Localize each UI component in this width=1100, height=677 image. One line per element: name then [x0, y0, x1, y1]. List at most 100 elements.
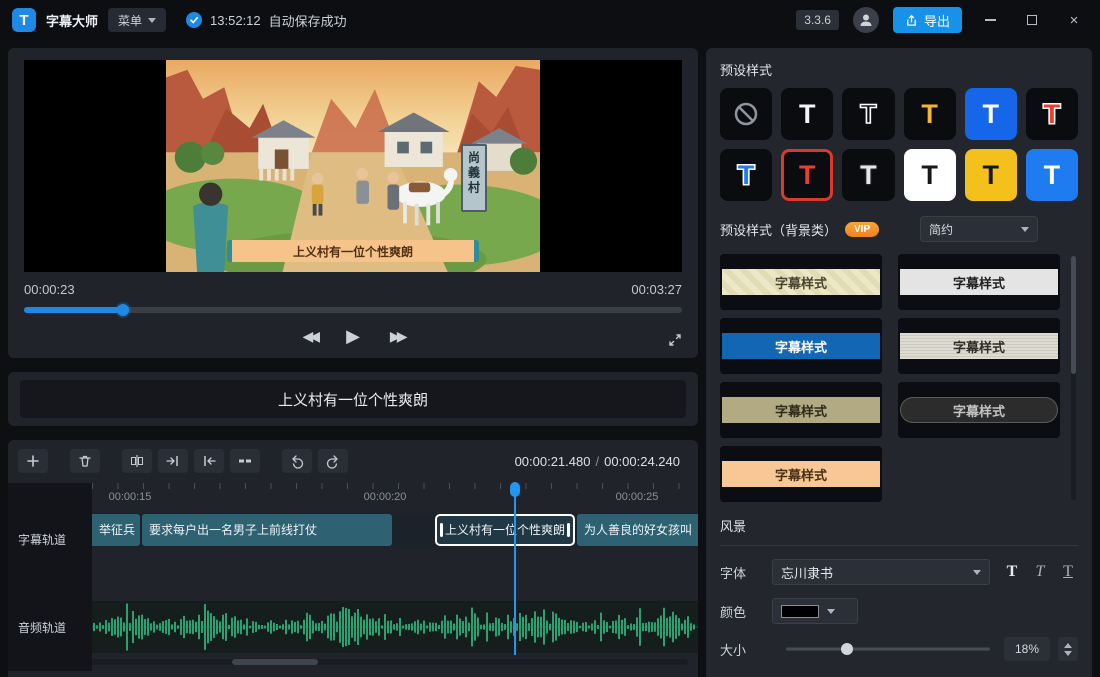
- font-bold-button[interactable]: T: [1002, 560, 1022, 584]
- color-row: 颜色: [720, 598, 1078, 624]
- timeline-toolbar: 00:00:21.480/00:00:24.240: [8, 440, 698, 477]
- size-label: 大小: [720, 640, 772, 659]
- color-label: 颜色: [720, 602, 772, 621]
- trim-left-button[interactable]: [158, 449, 188, 473]
- style-card[interactable]: 字幕样式: [720, 446, 882, 502]
- track-label-column: [8, 483, 92, 671]
- merge-icon: [237, 453, 253, 469]
- add-subtitle-button[interactable]: [18, 449, 48, 473]
- app-title: 字幕大师: [46, 11, 98, 30]
- preset-style-11-button[interactable]: T: [1026, 149, 1078, 201]
- redo-button[interactable]: [318, 449, 348, 473]
- autosave-status: 13:52:12 自动保存成功: [186, 11, 347, 30]
- export-button[interactable]: 导出: [893, 7, 962, 33]
- style-list-scrollbar-thumb[interactable]: [1071, 256, 1076, 374]
- app-logo-icon: T: [12, 8, 36, 32]
- style-card[interactable]: 字幕样式: [720, 382, 882, 438]
- timeline-scrollbar[interactable]: [92, 659, 688, 665]
- fullscreen-icon: [668, 333, 682, 347]
- village-sign: 尚義村: [461, 144, 487, 212]
- size-slider-handle[interactable]: [841, 643, 853, 655]
- split-clip-button[interactable]: [122, 449, 152, 473]
- chevron-down-icon: [148, 18, 156, 23]
- size-slider[interactable]: [786, 637, 990, 661]
- rewind-button[interactable]: ◀◀: [303, 328, 317, 345]
- preset-style-6-button[interactable]: T: [720, 149, 772, 201]
- font-color-dropdown[interactable]: [772, 598, 858, 624]
- fullscreen-button[interactable]: [668, 333, 682, 347]
- clip-time-display: 00:00:21.480/00:00:24.240: [515, 454, 688, 469]
- close-button[interactable]: ×: [1060, 7, 1088, 33]
- style-letter: T: [738, 162, 755, 189]
- video-frame: 尚義村 上义村有一位个性爽朗: [24, 60, 682, 272]
- play-button[interactable]: ▶: [346, 326, 360, 347]
- timeline-scrollbar-thumb[interactable]: [232, 659, 318, 665]
- preset-style-7-button[interactable]: T: [781, 149, 833, 201]
- style-letter: T: [860, 101, 877, 128]
- preset-style-9-button[interactable]: T: [904, 149, 956, 201]
- undo-button[interactable]: [282, 449, 312, 473]
- style-category-dropdown[interactable]: 简约: [920, 216, 1038, 242]
- ruler-label: 00:00:25: [616, 491, 659, 503]
- divider: [720, 545, 1078, 546]
- avatar[interactable]: [853, 7, 879, 33]
- font-dropdown[interactable]: 忘川隶书: [772, 559, 990, 585]
- style-letter: T: [799, 162, 816, 189]
- timeline-area: 字幕轨道 音频轨道 00:00:15 00:00:20 00:00:25 举征兵…: [8, 483, 698, 671]
- style-list-scrollbar[interactable]: [1071, 256, 1076, 500]
- style-card[interactable]: 字幕样式: [898, 382, 1060, 438]
- maximize-button[interactable]: [1018, 7, 1046, 33]
- subtitle-text-input[interactable]: 上义村有一位个性爽朗: [20, 380, 686, 418]
- font-underline-button[interactable]: T: [1058, 560, 1078, 584]
- chevron-down-icon: [1021, 227, 1029, 232]
- style-letter: T: [1044, 162, 1061, 189]
- preset-style-2-button[interactable]: T: [842, 88, 894, 140]
- preset-styles-title: 预设样式: [720, 60, 1078, 79]
- audio-waveform-path: [94, 604, 694, 651]
- subtitle-clip-selected[interactable]: 上义村有一位个性爽朗: [435, 514, 575, 546]
- subtitle-clip[interactable]: 要求每户出一名男子上前线打仗: [142, 514, 392, 546]
- autosave-time: 13:52:12: [210, 13, 261, 28]
- preset-none-button[interactable]: [720, 88, 772, 140]
- trim-right-icon: [201, 453, 217, 469]
- preset-style-5-button[interactable]: T: [1026, 88, 1078, 140]
- preset-style-1-button[interactable]: T: [781, 88, 833, 140]
- user-icon: [858, 12, 874, 28]
- style-letter: T: [921, 101, 938, 128]
- seek-bar-fill: [24, 307, 123, 313]
- preset-style-4-button[interactable]: T: [965, 88, 1017, 140]
- timeline-ruler[interactable]: 00:00:15 00:00:20 00:00:25: [92, 483, 698, 505]
- close-icon: ×: [1070, 13, 1079, 28]
- style-card[interactable]: 字幕样式: [720, 254, 882, 310]
- trim-left-icon: [165, 453, 181, 469]
- prohibit-icon: [733, 101, 759, 127]
- delete-button[interactable]: [70, 449, 100, 473]
- font-italic-button[interactable]: T: [1030, 560, 1050, 584]
- titlebar: T 字幕大师 菜单 13:52:12 自动保存成功 3.3.6: [0, 0, 1100, 40]
- app-window: T 字幕大师 菜单 13:52:12 自动保存成功 3.3.6: [0, 0, 1100, 677]
- preset-style-3-button[interactable]: T: [904, 88, 956, 140]
- trim-right-button[interactable]: [194, 449, 224, 473]
- subtitle-track-label: 字幕轨道: [18, 531, 88, 548]
- preset-style-10-button[interactable]: T: [965, 149, 1017, 201]
- minimize-button[interactable]: [976, 7, 1004, 33]
- subtitle-clip[interactable]: 举征兵: [92, 514, 140, 546]
- playhead[interactable]: [514, 483, 516, 655]
- fast-forward-button[interactable]: ▶▶: [390, 328, 404, 345]
- seek-handle[interactable]: [117, 304, 129, 316]
- subtitle-clip[interactable]: 为人善良的好女孩叫: [577, 514, 698, 546]
- size-stepper[interactable]: [1058, 637, 1078, 661]
- style-card[interactable]: 字幕样式: [898, 318, 1060, 374]
- clip-out-time: 00:00:24.240: [604, 454, 680, 469]
- color-swatch: [781, 605, 819, 618]
- subtitle-track: 举征兵 要求每户出一名男子上前线打仗 上义村有一位个性爽朗 为人善良的好女孩叫: [92, 513, 698, 547]
- merge-clips-button[interactable]: [230, 449, 260, 473]
- preset-style-8-button[interactable]: T: [842, 149, 894, 201]
- menu-button[interactable]: 菜单: [108, 8, 166, 32]
- seek-bar[interactable]: [24, 307, 682, 313]
- style-card[interactable]: 字幕样式: [720, 318, 882, 374]
- audio-track[interactable]: [92, 601, 698, 653]
- clip-in-time: 00:00:21.480: [515, 454, 591, 469]
- style-card[interactable]: 字幕样式: [898, 254, 1060, 310]
- background-styles-header: 预设样式（背景类） VIP 简约: [720, 216, 1078, 242]
